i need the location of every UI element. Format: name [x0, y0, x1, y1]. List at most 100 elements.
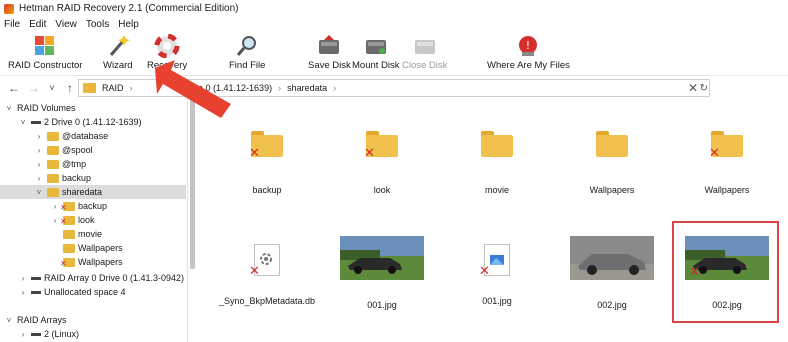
tree-item-tmp[interactable]: › @tmp [0, 157, 186, 171]
raid-constructor-button[interactable]: RAID Constructor [8, 34, 82, 71]
menu-tools[interactable]: Tools [86, 19, 109, 30]
breadcrumb-raid[interactable]: RAID [102, 83, 124, 93]
where-are-my-files-button[interactable]: ! Where Are My Files [487, 34, 570, 71]
file-item-002-jpg-1[interactable]: 002.jpg [557, 236, 667, 310]
folder-icon [47, 159, 59, 169]
file-item-001-jpg-1[interactable]: 001.jpg [327, 236, 437, 310]
chevron-right-icon[interactable]: › [18, 330, 28, 339]
folder-icon [47, 173, 59, 183]
folder-icon [47, 145, 59, 155]
tree-item-sharedata[interactable]: ˅ sharedata [0, 185, 186, 199]
image-thumbnail [340, 236, 424, 280]
refresh-icon[interactable]: ↻ [700, 83, 708, 94]
clear-icon[interactable]: ✕ [688, 81, 698, 95]
deleted-folder-icon [60, 215, 75, 226]
deleted-folder-icon [60, 201, 75, 212]
tree-item-sub-wallpapers-2[interactable]: Wallpapers [0, 255, 186, 269]
tree-item-backup[interactable]: › backup [0, 171, 186, 185]
drive-icon [31, 290, 41, 294]
file-item-backup[interactable]: ✕ backup [212, 131, 322, 195]
tree-item-linux[interactable]: › 2 (Linux) [0, 327, 186, 341]
tree-item-sub-movie[interactable]: movie [0, 227, 186, 241]
folder-icon [481, 131, 513, 157]
chevron-right-icon[interactable]: › [18, 288, 28, 297]
window-title: Hetman RAID Recovery 2.1 (Commercial Edi… [19, 3, 239, 14]
chevron-right-icon[interactable]: › [50, 216, 60, 225]
folder-icon [63, 243, 75, 253]
tree-item-sub-look[interactable]: › look [0, 213, 186, 227]
menu-help[interactable]: Help [118, 19, 139, 30]
file-item-look[interactable]: ✕ look [327, 131, 437, 195]
menu-view[interactable]: View [55, 19, 77, 30]
close-disk-icon [412, 34, 438, 58]
lifebuoy-icon [154, 33, 180, 59]
file-item-wallpapers-2[interactable]: ✕ Wallpapers [672, 131, 782, 195]
app-icon [4, 3, 14, 14]
deleted-folder-icon: ✕ [249, 131, 283, 160]
deleted-folder-icon: ✕ [709, 131, 743, 160]
up-icon[interactable]: ↑ [62, 81, 78, 95]
breadcrumb-chevron-icon: › [129, 83, 133, 93]
back-icon[interactable]: ← [6, 81, 22, 95]
chevron-down-icon[interactable]: ˅ [34, 188, 44, 197]
tree-scrollbar[interactable] [190, 99, 195, 269]
breadcrumb-sharedata[interactable]: sharedata [287, 83, 327, 93]
tree-item-raid-array0[interactable]: › RAID Array 0 Drive 0 (1.41.3-0942) [0, 271, 186, 285]
menu-file[interactable]: File [4, 19, 20, 30]
tree-item-database[interactable]: › @database [0, 129, 186, 143]
settings-file-icon: ✕ [249, 244, 280, 278]
magic-wand-icon [105, 34, 131, 58]
tree-item-unallocated[interactable]: › Unallocated space 4 [0, 285, 186, 299]
breadcrumb-chevron-icon: › [333, 83, 337, 93]
folder-tree: ˅ RAID Volumes ˅ 2 Drive 0 (1.41.12-1639… [0, 99, 188, 342]
toolbar: RAID Constructor Wizard Recovery Find Fi… [0, 32, 788, 76]
chevron-down-icon[interactable]: ˅ [4, 104, 14, 113]
svg-text:!: ! [526, 39, 530, 52]
folder-icon [47, 131, 59, 141]
image-file-icon: ✕ [479, 244, 510, 278]
mount-disk-button[interactable]: Mount Disk [352, 34, 400, 71]
folder-icon [63, 229, 75, 239]
tree-item-sub-wallpapers-1[interactable]: Wallpapers [0, 241, 186, 255]
tree-item-raid-arrays[interactable]: ˅ RAID Arrays [0, 313, 186, 327]
selection-highlight [672, 221, 779, 323]
file-item-movie[interactable]: movie [442, 131, 552, 195]
chevron-right-icon[interactable]: › [34, 160, 44, 169]
annotation-arrow-icon [155, 60, 231, 118]
chevron-right-icon[interactable]: › [18, 274, 28, 283]
save-disk-icon [316, 34, 342, 58]
deleted-folder-icon [60, 257, 75, 268]
file-item-syno-db[interactable]: ✕ _Syno_BkpMetadata.db [212, 244, 322, 306]
tree-item-spool[interactable]: › @spool [0, 143, 186, 157]
breadcrumb-chevron-icon: › [278, 83, 282, 93]
save-disk-button[interactable]: Save Disk [308, 34, 351, 71]
mount-disk-icon [363, 34, 389, 58]
image-thumbnail [570, 236, 654, 280]
address-bar: ← → ˅ ↑ RAID › 2 Drive 0 (1.41.12-1639) … [0, 77, 788, 99]
close-disk-button[interactable]: Close Disk [402, 34, 447, 71]
drive-icon [31, 120, 41, 124]
deleted-folder-icon: ✕ [364, 131, 398, 160]
drive-icon [31, 276, 41, 280]
chevron-right-icon[interactable]: › [34, 146, 44, 155]
drive-icon [31, 332, 41, 336]
chevron-right-icon[interactable]: › [34, 132, 44, 141]
alert-icon: ! [515, 34, 541, 58]
file-item-001-jpg-2[interactable]: ✕ 001.jpg [442, 244, 552, 306]
history-dropdown-icon[interactable]: ˅ [44, 83, 60, 93]
magnifier-icon [234, 34, 260, 58]
title-bar: Hetman RAID Recovery 2.1 (Commercial Edi… [0, 0, 788, 17]
chevron-down-icon[interactable]: ˅ [4, 316, 14, 325]
tree-item-sub-backup[interactable]: › backup [0, 199, 186, 213]
folder-icon [596, 131, 628, 157]
chevron-right-icon[interactable]: › [34, 174, 44, 183]
chevron-right-icon[interactable]: › [50, 202, 60, 211]
menu-bar: File Edit View Tools Help [0, 17, 788, 32]
folder-icon [83, 83, 96, 93]
file-item-wallpapers-1[interactable]: Wallpapers [557, 131, 667, 195]
folder-icon [47, 187, 59, 197]
wizard-button[interactable]: Wizard [103, 34, 133, 71]
menu-edit[interactable]: Edit [29, 19, 46, 30]
chevron-down-icon[interactable]: ˅ [18, 118, 28, 127]
forward-icon[interactable]: → [26, 81, 42, 95]
